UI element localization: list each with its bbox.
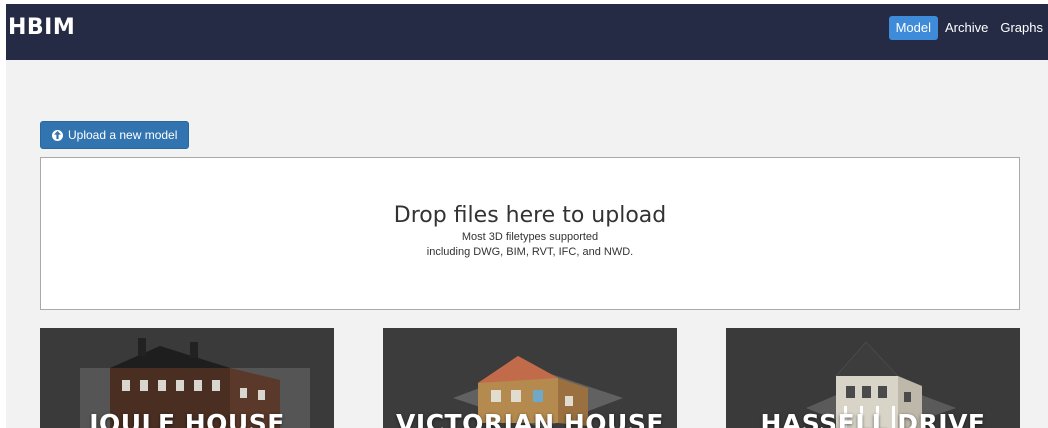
- file-dropzone[interactable]: Drop files here to upload Most 3D filety…: [40, 157, 1020, 310]
- model-card-title: HASSELL DRIVE: [760, 409, 986, 428]
- model-card-title: JOULE HOUSE: [89, 409, 285, 428]
- dropzone-hint-2: including DWG, BIM, RVT, IFC, and NWD.: [426, 246, 634, 258]
- upload-model-button[interactable]: Upload a new model: [40, 121, 189, 149]
- main-nav: Model Archive Graphs: [887, 16, 1048, 40]
- app-window: HBIM Model Archive Graphs Upload a new m…: [6, 4, 1048, 428]
- model-card-title: VICTORIAN HOUSE: [396, 409, 664, 428]
- model-card-hassell-drive[interactable]: HASSELL DRIVE: [726, 328, 1020, 428]
- model-card-victorian-house[interactable]: VICTORIAN HOUSE: [383, 328, 677, 428]
- nav-item-archive[interactable]: Archive: [940, 16, 993, 40]
- dropzone-hint-1: Most 3D filetypes supported: [461, 231, 599, 243]
- nav-item-model[interactable]: Model: [888, 16, 938, 40]
- upload-button-label: Upload a new model: [68, 128, 178, 142]
- model-card-joule-house[interactable]: JOULE HOUSE: [40, 328, 334, 428]
- upload-circle-icon: [52, 129, 63, 141]
- nav-item-graphs[interactable]: Graphs: [995, 16, 1048, 40]
- top-navbar: HBIM Model Archive Graphs: [6, 4, 1048, 60]
- brand-logo[interactable]: HBIM: [8, 15, 75, 40]
- dropzone-title: Drop files here to upload: [393, 203, 667, 228]
